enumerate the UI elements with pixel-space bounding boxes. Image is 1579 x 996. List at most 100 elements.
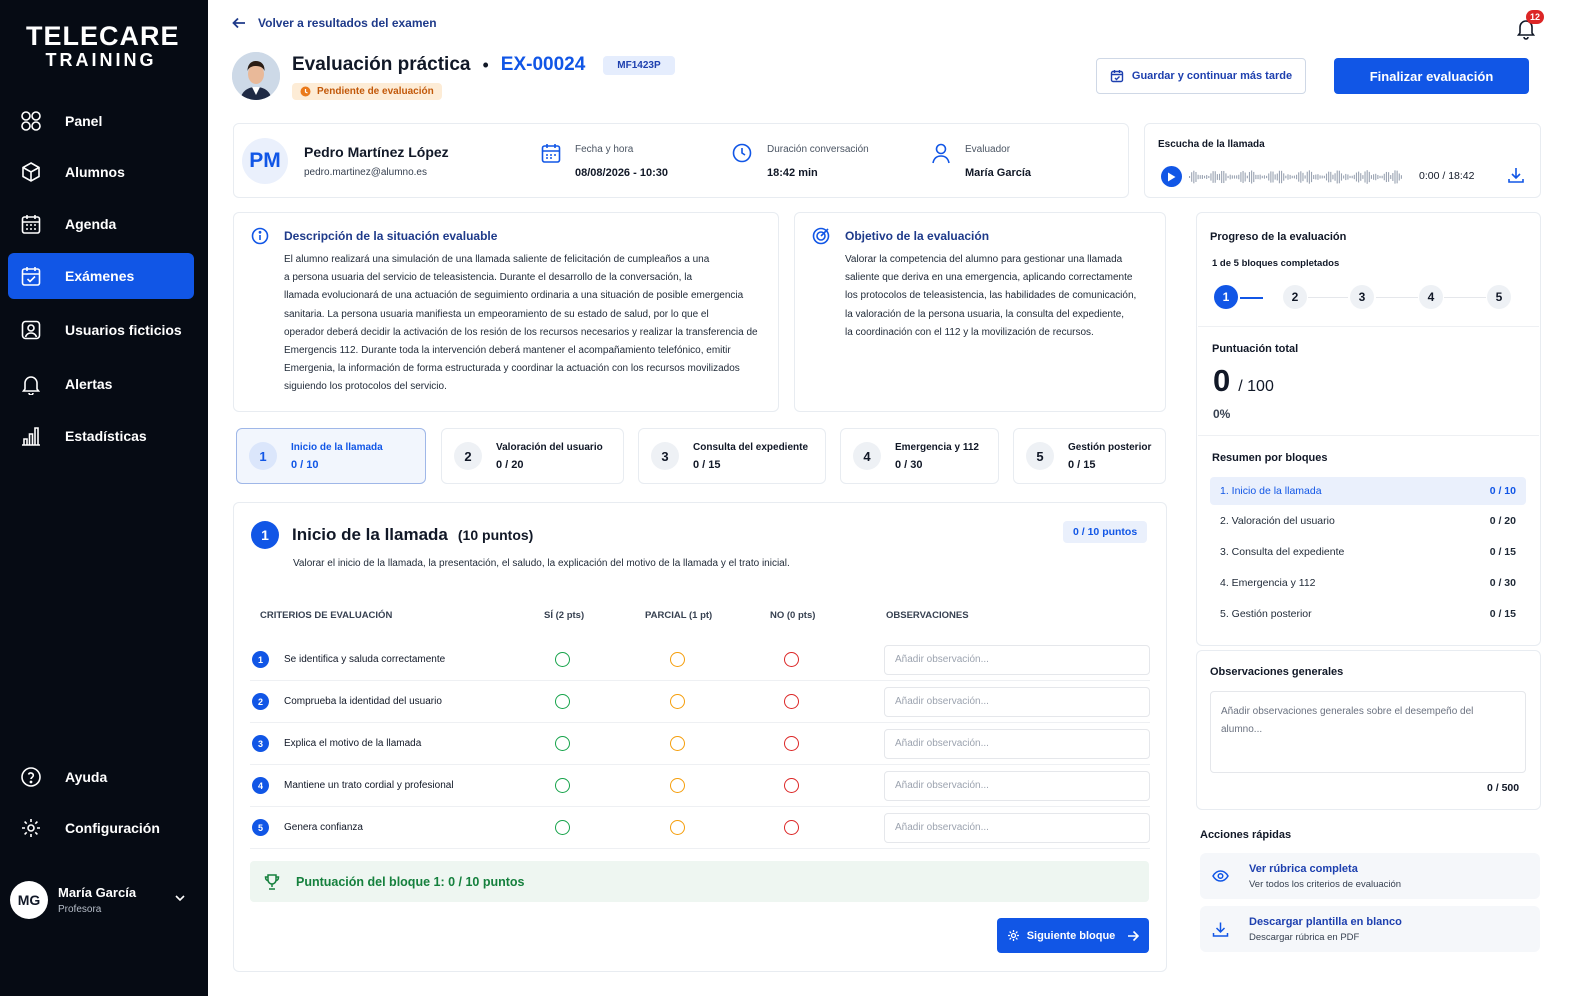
block-tab-number: 5 <box>1026 442 1054 470</box>
observation-input[interactable]: Añadir observación... <box>884 729 1150 759</box>
summary-row[interactable]: 1. Inicio de la llamada 0 / 10 <box>1210 477 1526 505</box>
total-max: / 100 <box>1238 378 1274 395</box>
header-criteria: CRITERIOS DE EVALUACIÓN <box>260 610 393 621</box>
radio-no[interactable] <box>784 820 799 835</box>
finish-evaluation-button[interactable]: Finalizar evaluación <box>1334 58 1529 94</box>
block-description: Valorar el inicio de la llamada, la pres… <box>293 558 790 569</box>
student-info-card: PM Pedro Martínez López pedro.martinez@a… <box>233 123 1129 198</box>
waveform-bar <box>1375 173 1377 181</box>
paragraph-line: saliente que deriva en una emergencia, a… <box>845 272 1133 284</box>
target-icon <box>812 227 830 250</box>
criteria-number: 4 <box>252 777 269 794</box>
view-rubric-action[interactable]: Ver rúbrica completa Ver todos los criter… <box>1200 853 1540 899</box>
waveform-bar <box>1259 174 1261 180</box>
observation-input[interactable]: Añadir observación... <box>884 645 1150 675</box>
sidebar-item-usuarios-ficticios[interactable]: Usuarios ficticios <box>8 307 194 353</box>
summary-row[interactable]: 3. Consulta del expediente 0 / 15 <box>1210 538 1526 566</box>
block-tab-4[interactable]: 4 Emergencia y 112 0 / 30 <box>840 428 999 484</box>
calendar-icon <box>540 142 562 169</box>
observation-input[interactable]: Añadir observación... <box>884 771 1150 801</box>
waveform-bar <box>1383 173 1385 181</box>
waveform-bar <box>1214 171 1216 183</box>
sidebar-item-ayuda[interactable]: Ayuda <box>8 754 194 800</box>
total-score: 0 / 100 <box>1213 363 1274 399</box>
sidebar-item-alertas[interactable]: Alertas <box>8 361 194 407</box>
criteria-number: 5 <box>252 819 269 836</box>
progress-step[interactable]: 5 <box>1487 285 1511 309</box>
radio-partial[interactable] <box>670 694 685 709</box>
summary-row[interactable]: 4. Emergencia y 112 0 / 30 <box>1210 569 1526 597</box>
block-tab-score: 0 / 20 <box>496 458 524 471</box>
next-block-button[interactable]: Siguiente bloque <box>997 918 1149 953</box>
arrow-right-icon <box>1127 930 1140 942</box>
radio-yes[interactable] <box>555 778 570 793</box>
total-value: 0 <box>1213 363 1231 398</box>
radio-yes[interactable] <box>555 736 570 751</box>
audio-title: Escucha de la llamada <box>1158 139 1265 150</box>
help-icon <box>18 764 44 790</box>
notification-badge: 12 <box>1526 10 1545 24</box>
sidebar-item-agenda[interactable]: Agenda <box>8 201 194 247</box>
block-tab-2[interactable]: 2 Valoración del usuario 0 / 20 <box>441 428 624 484</box>
waveform-bar <box>1270 171 1272 183</box>
notifications-button[interactable]: 12 <box>1514 10 1545 40</box>
radio-partial[interactable] <box>670 820 685 835</box>
audio-waveform[interactable] <box>1189 168 1403 186</box>
app-logo[interactable]: TELECARE TRAINING <box>26 21 180 70</box>
description-text: El alumno realizará una simulación de un… <box>284 251 774 397</box>
gear-icon <box>18 815 44 841</box>
radio-no[interactable] <box>784 652 799 667</box>
paragraph-line: El alumno realizará una simulación de un… <box>284 254 710 265</box>
criteria-row: 5 Genera confianza Añadir observación... <box>250 809 1150 849</box>
observation-input[interactable]: Añadir observación... <box>884 813 1150 843</box>
progress-step[interactable]: 1 <box>1214 285 1238 309</box>
logo-line-1: TELECARE <box>26 21 180 51</box>
download-icon <box>1212 921 1229 938</box>
back-link[interactable]: Volver a resultados del examen <box>232 16 437 30</box>
calendar-check-icon <box>18 263 44 289</box>
header-yes: SÍ (2 pts) <box>544 610 585 621</box>
radio-no[interactable] <box>784 694 799 709</box>
sidebar-item-panel[interactable]: Panel <box>8 98 194 144</box>
block-tab-3[interactable]: 3 Consulta del expediente 0 / 15 <box>638 428 826 484</box>
avatar: MG <box>10 881 48 919</box>
sidebar-item-configuracion[interactable]: Configuración <box>8 805 194 851</box>
waveform-bar <box>1328 171 1330 183</box>
paragraph-line: a persona usuaria del servicio de teleas… <box>284 272 693 284</box>
chevron-down-icon[interactable] <box>174 891 186 909</box>
play-icon[interactable] <box>1161 166 1182 187</box>
radio-partial[interactable] <box>670 736 685 751</box>
student-email: pedro.martinez@alumno.es <box>304 167 427 178</box>
summary-row[interactable]: 5. Gestión posterior 0 / 15 <box>1210 600 1526 628</box>
progress-step[interactable]: 4 <box>1419 285 1443 309</box>
radio-no[interactable] <box>784 736 799 751</box>
progress-step[interactable]: 3 <box>1350 285 1374 309</box>
header-observations: OBSERVACIONES <box>886 610 969 621</box>
waveform-bar <box>1366 170 1368 184</box>
observation-input[interactable]: Añadir observación... <box>884 687 1150 717</box>
general-observations-textarea[interactable]: Añadir observaciones generales sobre el … <box>1210 691 1526 773</box>
user-menu[interactable]: MG María García Profesora <box>10 880 196 920</box>
block-tab-1[interactable]: 1 Inicio de la llamada 0 / 10 <box>236 428 426 484</box>
progress-step[interactable]: 2 <box>1283 285 1307 309</box>
status-badge: Pendiente de evaluación <box>292 83 442 100</box>
waveform-bar <box>1225 173 1227 181</box>
paragraph-line: Valorar la competencia del alumno para g… <box>845 254 1123 265</box>
summary-row[interactable]: 2. Valoración del usuario 0 / 20 <box>1210 507 1526 535</box>
radio-yes[interactable] <box>555 652 570 667</box>
save-later-button[interactable]: Guardar y continuar más tarde <box>1096 58 1306 94</box>
download-icon[interactable] <box>1507 166 1525 189</box>
waveform-bar <box>1285 175 1287 179</box>
sidebar-item-alumnos[interactable]: Alumnos <box>8 149 194 195</box>
criteria-text: Explica el motivo de la llamada <box>284 738 422 749</box>
radio-no[interactable] <box>784 778 799 793</box>
download-template-action[interactable]: Descargar plantilla en blanco Descargar r… <box>1200 906 1540 952</box>
radio-partial[interactable] <box>670 652 685 667</box>
page-title: Evaluación práctica • EX-00024 MF1423P <box>292 54 675 76</box>
sidebar-item-examenes[interactable]: Exámenes <box>8 253 194 299</box>
block-tab-5[interactable]: 5 Gestión posterior 0 / 15 <box>1013 428 1166 484</box>
radio-yes[interactable] <box>555 820 570 835</box>
sidebar-item-estadisticas[interactable]: Estadísticas <box>8 413 194 459</box>
radio-yes[interactable] <box>555 694 570 709</box>
radio-partial[interactable] <box>670 778 685 793</box>
